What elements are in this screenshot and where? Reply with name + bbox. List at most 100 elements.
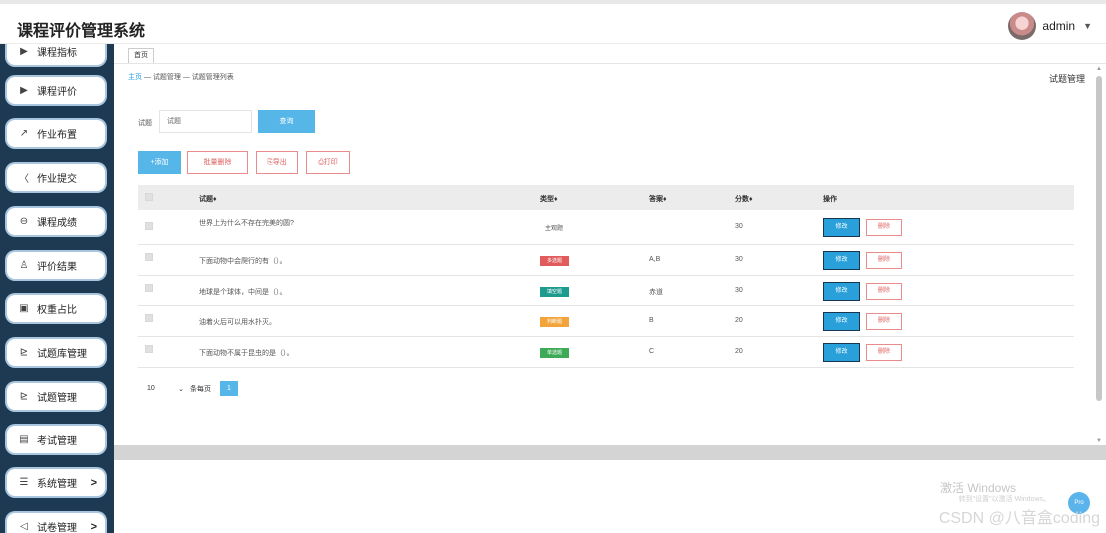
edit-button[interactable]: 修改 [824, 283, 859, 300]
sidebar-item-course-evaluation[interactable]: ▶ 课程评价 [7, 77, 105, 104]
export-button[interactable]: ⎘导出 [256, 151, 298, 174]
sidebar-item-label: 试题管理 [37, 393, 77, 404]
sidebar-item-label: 试卷管理 [37, 523, 77, 533]
sidebar-item-label: 作业提交 [37, 174, 77, 185]
column-answer[interactable]: 答案♦ [649, 194, 667, 204]
tab-home[interactable]: 首页 [128, 48, 154, 63]
question-text: 世界上为什么不存在完美的圆? [199, 220, 294, 227]
sidebar-item-label: 评价结果 [37, 262, 77, 273]
question-text: 下面动物中会爬行的有（）。 [199, 258, 287, 265]
sidebar-item-label: 课程评价 [37, 87, 77, 98]
page-size-value: 10 [147, 384, 155, 392]
sidebar-item-homework-assign[interactable]: ↗ 作业布置 [7, 120, 105, 147]
answer-text: C [649, 348, 655, 355]
pagination: 10 ⌄ 条每页 1 [138, 381, 238, 396]
sidebar-item-exam-management[interactable]: ▤ 考试管理 [7, 426, 105, 453]
scroll-up-icon[interactable]: ▲ [1096, 66, 1102, 72]
sidebar-item-paper-management[interactable]: ◁ 试卷管理 > [7, 513, 105, 533]
page-number-button[interactable]: 1 [220, 381, 238, 396]
search-input[interactable]: 试题 [159, 110, 252, 133]
user-icon: ♙ [19, 260, 29, 271]
breadcrumb-home-link[interactable]: 主页 [128, 74, 142, 81]
question-text: 地球是个球体，中间是（）。 [199, 289, 287, 296]
calendar-icon: ▣ [19, 303, 29, 314]
breadcrumb-page: 试题管理列表 [191, 74, 234, 81]
chevron-down-icon: ⌄ [178, 385, 184, 393]
column-operations: 操作 [823, 196, 837, 203]
csdn-watermark: CSDN @八音盒coding [938, 510, 1100, 527]
type-label: 主观题 [545, 226, 564, 232]
bar-chart-icon: ⊵ [19, 391, 29, 402]
table-row: 下面动物中会爬行的有（）。 多选题 A,B 30 修改 删除 [138, 245, 1074, 276]
sidebar-item-label: 课程成绩 [37, 218, 77, 229]
row-checkbox[interactable] [145, 222, 153, 230]
scroll-down-icon[interactable]: ▼ [1096, 438, 1102, 444]
sidebar-item-evaluation-results[interactable]: ♙ 评价结果 [7, 252, 105, 279]
type-badge: 多选题 [540, 256, 569, 266]
delete-button[interactable]: 删除 [866, 219, 902, 236]
row-checkbox[interactable] [145, 314, 153, 322]
sidebar-item-label: 系统管理 [37, 479, 77, 490]
user-menu[interactable]: admin ▼ [1008, 12, 1092, 40]
sidebar-item-label: 试题库管理 [37, 349, 87, 360]
delete-button[interactable]: 删除 [866, 283, 902, 300]
horizontal-scrollbar[interactable] [114, 445, 1106, 460]
edit-button[interactable]: 修改 [824, 252, 859, 269]
sidebar-item-label: 课程指标 [37, 48, 77, 59]
avatar[interactable] [1008, 12, 1037, 40]
breadcrumb-separator: — [180, 74, 192, 81]
sidebar-item-course-indicators[interactable]: ▶ 课程指标 [7, 44, 105, 65]
top-bar: 课程评价管理系统 admin ▼ [0, 0, 1106, 44]
delete-button[interactable]: 删除 [866, 252, 902, 269]
chart-line-icon: ↗ [19, 128, 29, 139]
play-icon: ▶ [20, 85, 28, 96]
delete-button[interactable]: 删除 [866, 344, 902, 361]
sidebar-item-weight-ratio[interactable]: ▣ 权重占比 [7, 295, 105, 322]
search-label: 试题 [138, 120, 152, 127]
add-button[interactable]: +添加 [138, 151, 181, 174]
user-name[interactable]: admin [1042, 19, 1075, 33]
delete-button[interactable]: 删除 [866, 313, 902, 330]
sidebar-item-label: 权重占比 [37, 305, 77, 316]
edit-button[interactable]: 修改 [824, 344, 859, 361]
select-all-checkbox[interactable] [145, 193, 153, 201]
table-row: 世界上为什么不存在完美的圆? 主观题 30 修改 删除 [138, 210, 1074, 245]
type-badge: 单选题 [540, 348, 569, 358]
row-checkbox[interactable] [145, 345, 153, 353]
batch-delete-button[interactable]: 批量删除 [187, 151, 248, 174]
print-button[interactable]: ⎙打印 [306, 151, 350, 174]
windows-activation-subtitle: 转到"设置"以激活 Windows。 [958, 496, 1050, 503]
sidebar-item-question-bank[interactable]: ⊵ 试题库管理 [7, 339, 105, 366]
sidebar-item-label: 作业布置 [37, 130, 77, 141]
answer-text: 赤道 [649, 289, 663, 296]
sidebar-item-course-grades[interactable]: ⊖ 课程成绩 [7, 208, 105, 235]
page-size-select[interactable]: 10 ⌄ [138, 385, 188, 393]
edit-button[interactable]: 修改 [824, 313, 859, 330]
sidebar-item-homework-submit[interactable]: 〈 作业提交 [7, 164, 105, 191]
column-type[interactable]: 类型♦ [540, 194, 558, 204]
search-button[interactable]: 查询 [258, 110, 315, 133]
edit-button[interactable]: 修改 [824, 219, 859, 236]
speaker-icon: ◁ [20, 521, 28, 532]
breadcrumb-separator: — [142, 74, 153, 81]
caret-down-icon[interactable]: ▼ [1083, 21, 1092, 31]
score-text: 20 [735, 348, 743, 355]
question-text: 油着火后可以用水扑灭。 [199, 319, 276, 326]
answer-text: A,B [649, 256, 661, 263]
sidebar-item-system-management[interactable]: ☰ 系统管理 > [7, 469, 105, 496]
minus-circle-icon: ⊖ [19, 216, 29, 227]
score-text: 30 [735, 256, 743, 263]
app-title: 课程评价管理系统 [17, 23, 146, 40]
main-content: 首页 主页 — 试题管理 — 试题管理列表 试题管理 试题 试题 查询 +添加 … [114, 44, 1106, 533]
column-question[interactable]: 试题♦ [199, 194, 217, 204]
vertical-scrollbar[interactable]: ▲ ▼ [1096, 66, 1102, 444]
table-row: 地球是个球体，中间是（）。 填空题 赤道 30 修改 删除 [138, 276, 1074, 306]
type-badge: 判断题 [540, 317, 569, 327]
breadcrumb-section: 试题管理 [152, 74, 181, 81]
row-checkbox[interactable] [145, 253, 153, 261]
per-page-label: 条每页 [190, 385, 211, 393]
sidebar-item-question-management[interactable]: ⊵ 试题管理 [7, 383, 105, 410]
row-checkbox[interactable] [145, 284, 153, 292]
column-score[interactable]: 分数♦ [735, 194, 753, 204]
scrollbar-thumb[interactable] [1096, 76, 1102, 401]
